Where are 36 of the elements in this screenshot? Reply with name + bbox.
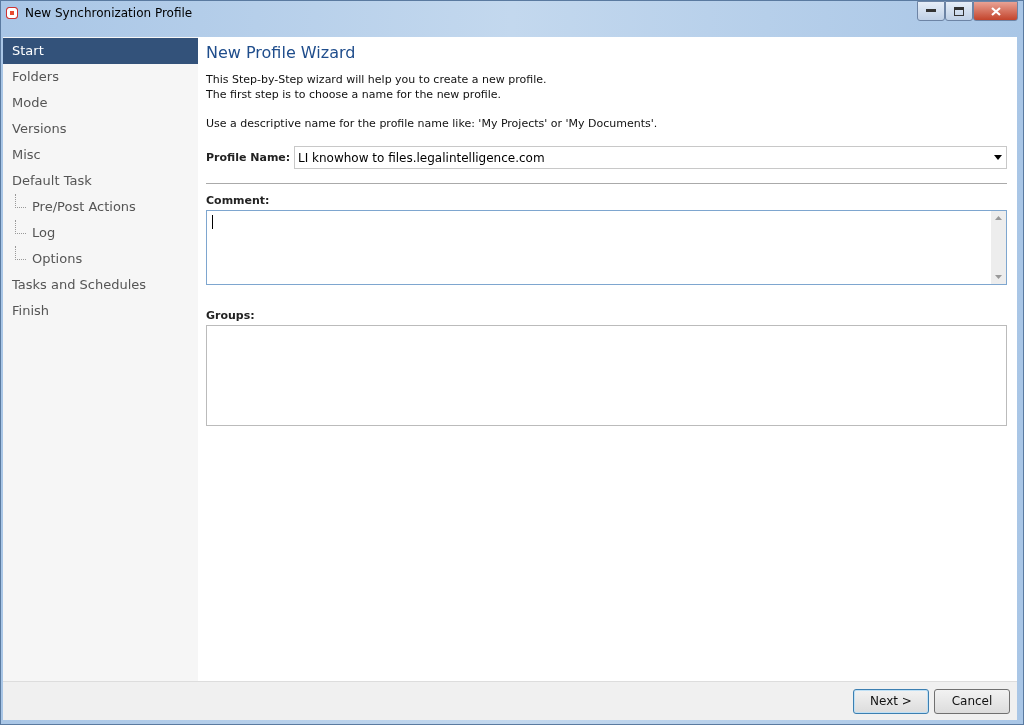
maximize-button[interactable]	[945, 1, 973, 21]
sidebar-item[interactable]: Folders	[3, 64, 198, 90]
field-label: Groups:	[206, 309, 256, 322]
scrollbar[interactable]	[991, 211, 1006, 284]
comment-field[interactable]	[206, 210, 1007, 285]
scroll-up-arrow-icon[interactable]	[995, 216, 1002, 220]
profile-name-combobox[interactable]: LI knowhow to files.legalintelligence.com	[294, 146, 1007, 169]
page-heading: New Profile Wizard	[206, 43, 357, 62]
sidebar-item[interactable]: Options	[26, 246, 198, 272]
field-label: Comment:	[206, 194, 271, 207]
close-button[interactable]	[973, 1, 1018, 21]
groups-list[interactable]	[206, 325, 1007, 426]
intro-text: This Step-by-Step wizard will help you to create a new profile.	[206, 72, 548, 87]
sidebar-item[interactable]: Mode	[3, 90, 198, 116]
sidebar-item[interactable]: Start	[3, 38, 198, 64]
minimize-icon	[926, 9, 936, 13]
intro-text: The first step is to choose a name for the new profile.	[206, 87, 503, 102]
sidebar-item[interactable]: Log	[26, 220, 198, 246]
hint-text: Use a descriptive name for the profile name like: 'My Projects' or 'My Documents'.	[206, 116, 659, 131]
text-cursor	[212, 215, 213, 229]
sidebar-item[interactable]: Misc	[3, 142, 198, 168]
maximize-icon	[954, 6, 964, 16]
sidebar-item[interactable]: Versions	[3, 116, 198, 142]
field-label: Profile Name:	[206, 151, 292, 164]
sidebar-item[interactable]: Finish	[3, 298, 198, 324]
dialog-button[interactable]: Cancel	[934, 688, 1010, 714]
sidebar-item[interactable]: Tasks and Schedules	[3, 272, 198, 298]
app-logo-icon	[6, 7, 18, 19]
sidebar-item[interactable]: Default Task	[3, 168, 198, 194]
sidebar-item[interactable]: Pre/Post Actions	[26, 194, 198, 220]
minimize-button[interactable]	[917, 1, 945, 21]
dialog-button[interactable]: Next >	[853, 688, 929, 714]
dropdown-caret-icon	[994, 155, 1002, 160]
scroll-down-arrow-icon[interactable]	[995, 275, 1002, 279]
close-icon	[990, 6, 1001, 16]
window-title: New Synchronization Profile	[25, 6, 194, 20]
